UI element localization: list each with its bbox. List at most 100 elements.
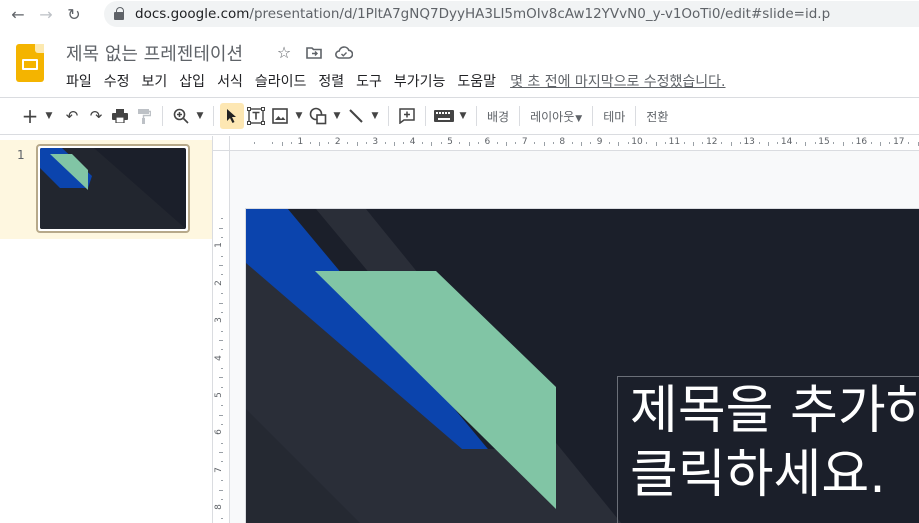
ruler-tick — [356, 142, 358, 146]
ruler-tick — [646, 142, 648, 144]
ruler-tick — [795, 142, 797, 144]
ruler-tick — [814, 142, 816, 144]
ruler-tick — [393, 142, 395, 146]
cloud-status-icon[interactable] — [334, 42, 354, 62]
menu-file[interactable]: 파일 — [60, 69, 98, 93]
forward-icon[interactable]: → — [32, 1, 60, 29]
move-to-folder-icon[interactable] — [304, 42, 324, 62]
ruler-tick — [221, 517, 223, 519]
insert-image-icon[interactable] — [268, 103, 292, 129]
insert-image-dropdown-icon[interactable]: ▼ — [292, 103, 306, 129]
ruler-tick — [440, 142, 442, 144]
back-icon[interactable]: ← — [4, 1, 32, 29]
last-edit-link[interactable]: 몇 초 전에 마지막으로 수정했습니다. — [508, 69, 727, 93]
input-tools-dropdown-icon[interactable]: ▼ — [456, 103, 470, 129]
browser-address-bar: ← → ↻ docs.google.com/presentation/d/1Pl… — [0, 0, 919, 29]
input-tools-icon[interactable] — [432, 103, 456, 129]
slide-canvas[interactable]: 제목을 추가하 클릭하세요. — [246, 209, 919, 523]
background-button[interactable]: 배경 — [483, 108, 513, 125]
ruler-label: 12 — [706, 137, 718, 147]
toolbar-separator — [213, 106, 214, 126]
ruler-label: 11 — [668, 137, 681, 147]
ruler-label: 16 — [855, 137, 868, 147]
menu-addons[interactable]: 부가기능 — [388, 69, 452, 93]
new-slide-icon[interactable]: + — [18, 103, 42, 129]
ruler-tick — [221, 218, 223, 220]
paint-format-icon[interactable] — [132, 103, 156, 129]
layout-button[interactable]: 레이아웃▼ — [526, 108, 586, 125]
ruler-tick — [739, 142, 741, 144]
ruler-tick — [328, 142, 330, 144]
ruler-tick — [219, 265, 223, 267]
menu-edit[interactable]: 수정 — [98, 69, 136, 93]
ruler-tick — [478, 142, 480, 144]
menu-slide[interactable]: 슬라이드 — [249, 69, 313, 93]
ruler-tick — [496, 142, 498, 144]
ruler-label: 6 — [213, 429, 224, 436]
new-slide-dropdown-icon[interactable]: ▼ — [42, 103, 56, 129]
slide-filmstrip: 1 — [0, 136, 212, 523]
undo-icon[interactable]: ↶ — [60, 103, 84, 129]
menu-format[interactable]: 서식 — [211, 69, 249, 93]
menu-tools[interactable]: 도구 — [350, 69, 388, 93]
ruler-tick — [842, 142, 844, 146]
ruler-tick — [833, 142, 835, 144]
ruler-tick — [693, 142, 695, 146]
document-title[interactable]: 제목 없는 프레젠테이션 — [66, 40, 243, 66]
layout-label: 레이아웃 — [530, 109, 575, 124]
transition-button[interactable]: 전환 — [642, 108, 672, 125]
ruler-label: 5 — [213, 392, 224, 398]
title-placeholder[interactable]: 제목을 추가하 클릭하세요. — [617, 376, 919, 523]
ruler-tick — [403, 142, 405, 144]
text-box-icon[interactable] — [244, 103, 268, 129]
toolbar-separator — [162, 106, 163, 126]
star-icon[interactable]: ☆ — [274, 42, 294, 62]
url-field[interactable]: docs.google.com/presentation/d/1PltA7gNQ… — [104, 1, 919, 27]
shape-icon[interactable] — [306, 103, 330, 129]
ruler-tick — [468, 142, 470, 146]
ruler-label: 2 — [213, 279, 224, 286]
line-dropdown-icon[interactable]: ▼ — [368, 103, 382, 129]
menu-insert[interactable]: 삽입 — [173, 69, 211, 93]
ruler-tick — [347, 142, 349, 144]
redo-icon[interactable]: ↷ — [84, 103, 108, 129]
ruler-tick — [221, 237, 223, 239]
reload-icon[interactable]: ↻ — [60, 1, 88, 29]
ruler-label: 13 — [743, 137, 755, 147]
line-icon[interactable] — [344, 103, 368, 129]
ruler-label: 10 — [631, 137, 643, 147]
zoom-icon[interactable] — [169, 103, 193, 129]
layout-dropdown-icon: ▼ — [575, 113, 583, 124]
slides-logo[interactable] — [16, 44, 44, 82]
ruler-tick — [506, 142, 508, 146]
filmstrip-slide-row[interactable]: 1 — [0, 140, 212, 239]
shape-dropdown-icon[interactable]: ▼ — [330, 103, 344, 129]
menu-arrange[interactable]: 정렬 — [312, 69, 350, 93]
ruler-tick — [552, 142, 554, 144]
theme-button[interactable]: 테마 — [599, 108, 629, 125]
ruler-tick — [852, 142, 854, 144]
url-path: /presentation/d/1PltA7gNQ7DyyHA3LI5mOIv8… — [249, 6, 831, 22]
print-icon[interactable] — [108, 103, 132, 129]
menu-bar: 파일 수정 보기 삽입 서식 슬라이드 정렬 도구 부가기능 도움말 몇 초 전… — [60, 69, 728, 93]
ruler-tick — [702, 142, 704, 144]
ruler-tick — [608, 142, 610, 144]
ruler-tick — [309, 142, 311, 144]
ruler-tick — [618, 142, 620, 146]
menu-view[interactable]: 보기 — [136, 69, 174, 93]
menu-help[interactable]: 도움말 — [451, 69, 502, 93]
add-comment-icon[interactable] — [395, 103, 419, 129]
select-pointer-icon[interactable] — [220, 103, 244, 129]
slides-editor-window: ← → ↻ docs.google.com/presentation/d/1Pl… — [0, 0, 919, 523]
zoom-dropdown-icon[interactable]: ▼ — [193, 103, 207, 129]
ruler-tick — [219, 489, 223, 491]
ruler-tick — [870, 142, 872, 144]
ruler-label: 2 — [334, 137, 341, 147]
ruler-label: 14 — [780, 137, 793, 147]
ruler-tick — [221, 311, 223, 313]
vertical-ruler[interactable]: 1 2 3 4 5 6 7 8 — [213, 151, 230, 523]
slide-thumbnail[interactable] — [36, 144, 190, 233]
slide-title-text[interactable]: 제목을 추가하 클릭하세요. — [630, 379, 919, 507]
ruler-label: 5 — [447, 137, 453, 147]
horizontal-ruler[interactable]: 1 2 3 4 5 6 7 8 9 10 11 12 13 14 15 16 17 — [230, 136, 919, 151]
